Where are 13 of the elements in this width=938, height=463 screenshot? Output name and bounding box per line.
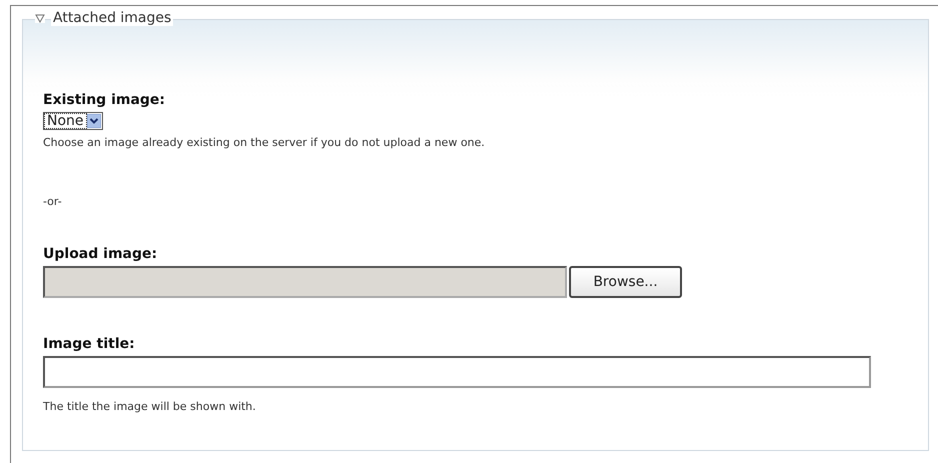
- title-input-field[interactable]: [43, 356, 871, 388]
- browse-button[interactable]: Browse...: [569, 266, 682, 298]
- field-description: Choose an image already existing on the server if you do not upload a new one.: [43, 136, 486, 149]
- field-label: Upload image:: [43, 246, 158, 262]
- field-description: The title the image will be shown with.: [43, 400, 257, 413]
- field-label: Image title:: [43, 336, 136, 352]
- collapse-triangle-icon[interactable]: [35, 13, 45, 23]
- file-path-field[interactable]: [43, 266, 567, 298]
- field-label: Existing image:: [43, 92, 166, 108]
- image-dropdown[interactable]: None: [43, 112, 103, 130]
- fieldset-legend: Attached images: [51, 10, 174, 26]
- separator-text: -or-: [43, 195, 63, 208]
- dropdown-arrow-icon[interactable]: [86, 114, 101, 128]
